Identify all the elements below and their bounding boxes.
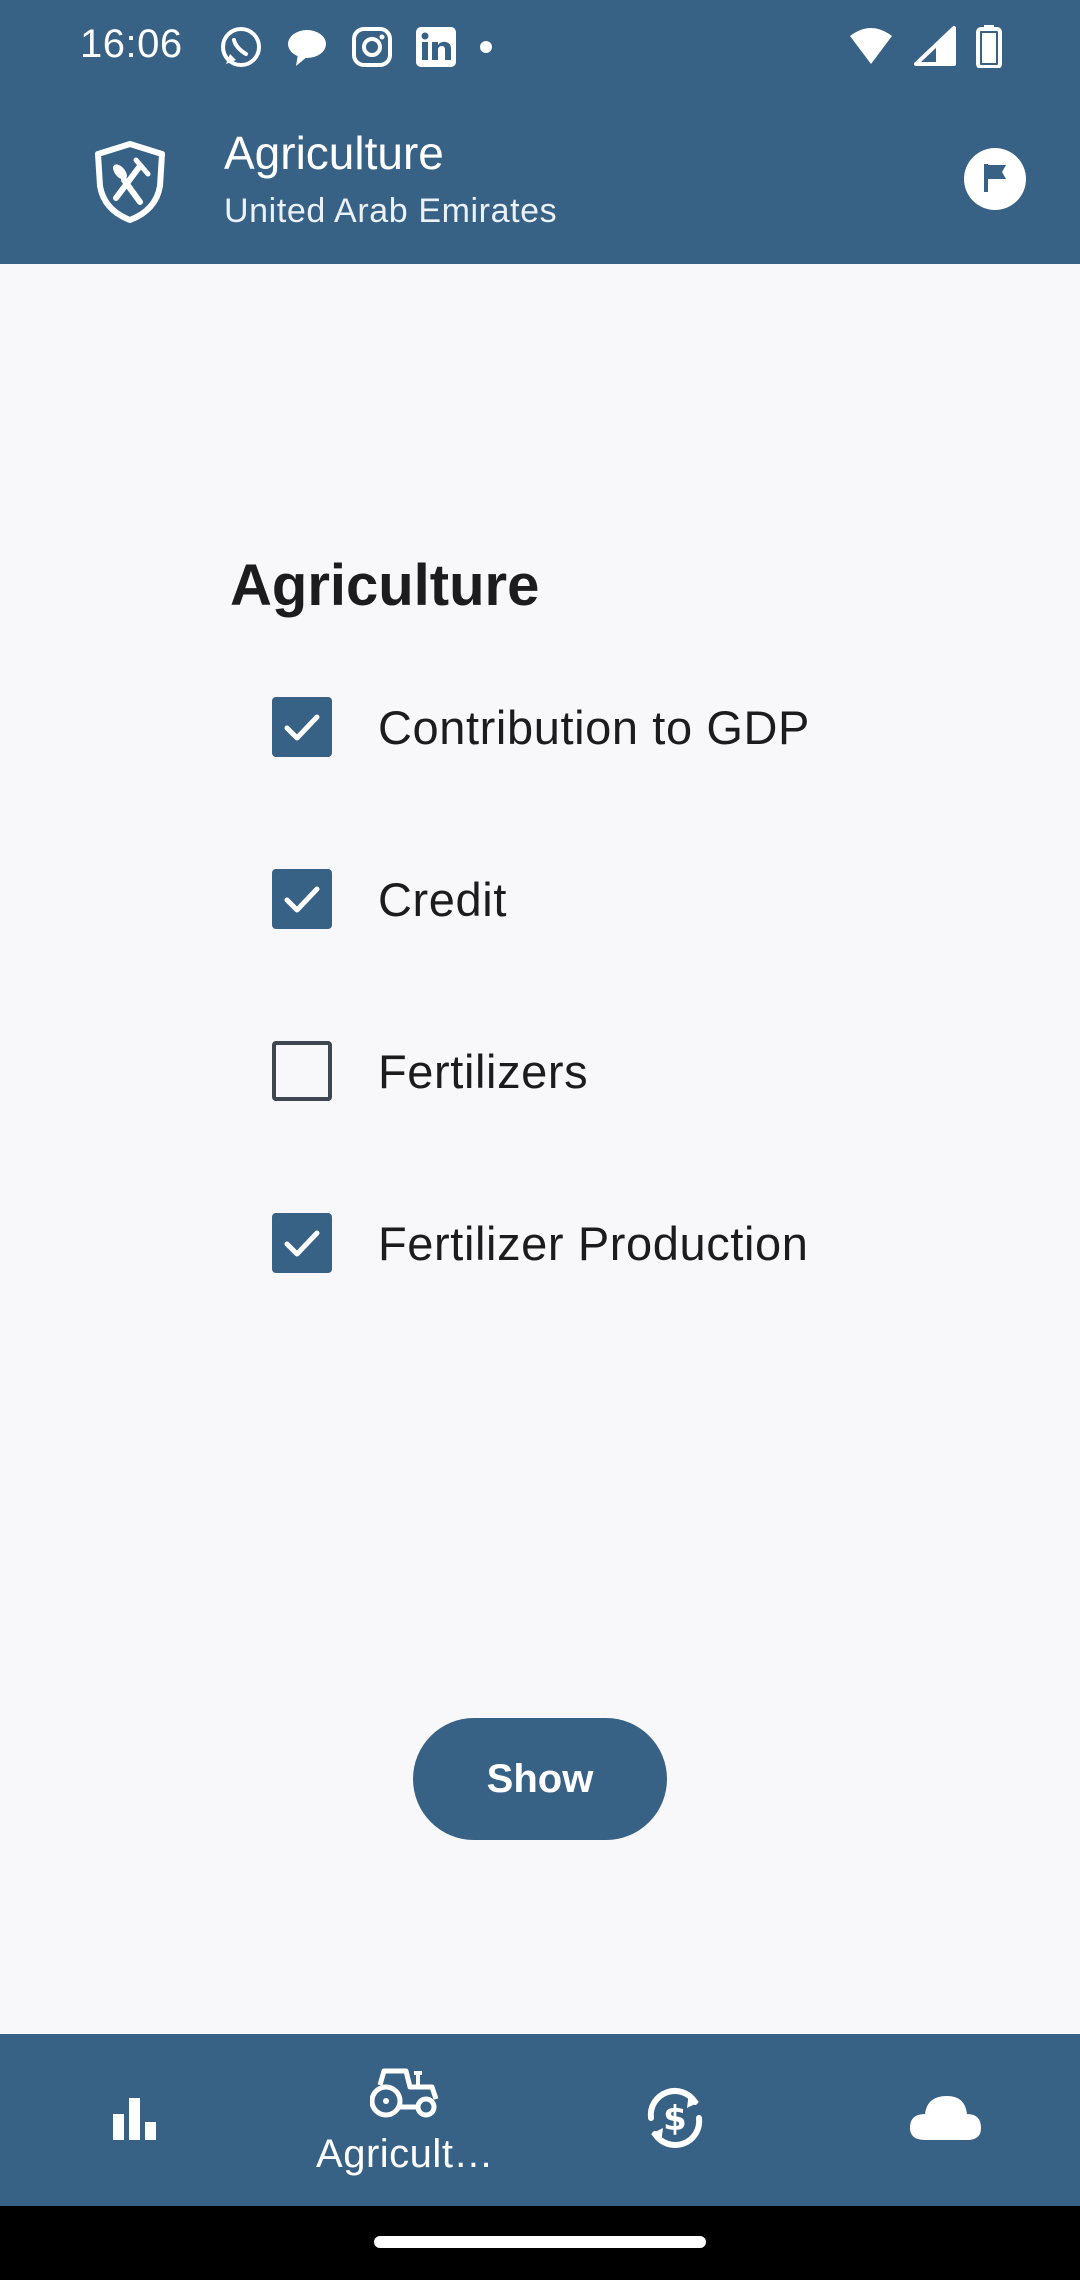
wifi-icon (848, 26, 894, 66)
status-bar: 16:06 (0, 0, 1080, 96)
battery-icon (976, 24, 1002, 68)
checkbox-checked[interactable] (272, 1213, 332, 1273)
bottom-navigation: Agricult… $ (0, 2034, 1080, 2206)
option-fertilizer-production[interactable]: Fertilizer Production (272, 1211, 809, 1275)
section-title: Agriculture (230, 553, 540, 618)
chat-bubble-icon (284, 24, 330, 70)
instagram-icon (350, 25, 394, 69)
check-icon (284, 886, 320, 913)
option-label: Credit (378, 872, 507, 926)
nav-label: Agricult… (316, 2132, 494, 2176)
nav-item-agriculture[interactable]: Agricult… (270, 2034, 540, 2206)
checkbox-unchecked[interactable] (272, 1041, 332, 1101)
nav-item-currency[interactable]: $ (540, 2034, 810, 2206)
notification-icons (218, 24, 494, 70)
option-credit[interactable]: Credit (272, 867, 507, 931)
linkedin-icon (414, 25, 458, 69)
cloud-icon (907, 2092, 983, 2149)
cell-signal-icon (914, 26, 956, 66)
check-icon (284, 1230, 320, 1257)
app-subtitle: United Arab Emirates (224, 192, 558, 230)
tractor-icon (369, 2063, 440, 2126)
dot-icon (478, 39, 494, 55)
checkbox-checked[interactable] (272, 697, 332, 757)
system-icons (848, 24, 1002, 68)
nav-item-statistics[interactable] (0, 2034, 270, 2206)
app-title: Agriculture (224, 127, 444, 179)
option-label: Fertilizers (378, 1044, 589, 1098)
gesture-bar-area (0, 2206, 1080, 2280)
shield-fork-knife-icon (92, 140, 168, 229)
option-fertilizers[interactable]: Fertilizers (272, 1039, 588, 1103)
status-time: 16:06 (80, 22, 183, 66)
checkbox-checked[interactable] (272, 869, 332, 929)
whatsapp-icon (218, 24, 264, 70)
check-icon (284, 714, 320, 741)
option-label: Contribution to GDP (378, 700, 810, 754)
home-gesture-handle[interactable] (374, 2236, 706, 2248)
option-label: Fertilizer Production (378, 1216, 809, 1270)
currency-exchange-icon: $ (639, 2082, 711, 2159)
app-bar: Agriculture United Arab Emirates (0, 96, 1080, 264)
country-flag-button[interactable] (964, 148, 1026, 210)
show-button[interactable]: Show (413, 1718, 667, 1840)
svg-text:$: $ (663, 2099, 687, 2139)
flag-icon (978, 160, 1012, 199)
nav-item-weather[interactable] (810, 2034, 1080, 2206)
bar-chart-icon (109, 2092, 161, 2149)
option-contribution-to-gdp[interactable]: Contribution to GDP (272, 695, 810, 759)
